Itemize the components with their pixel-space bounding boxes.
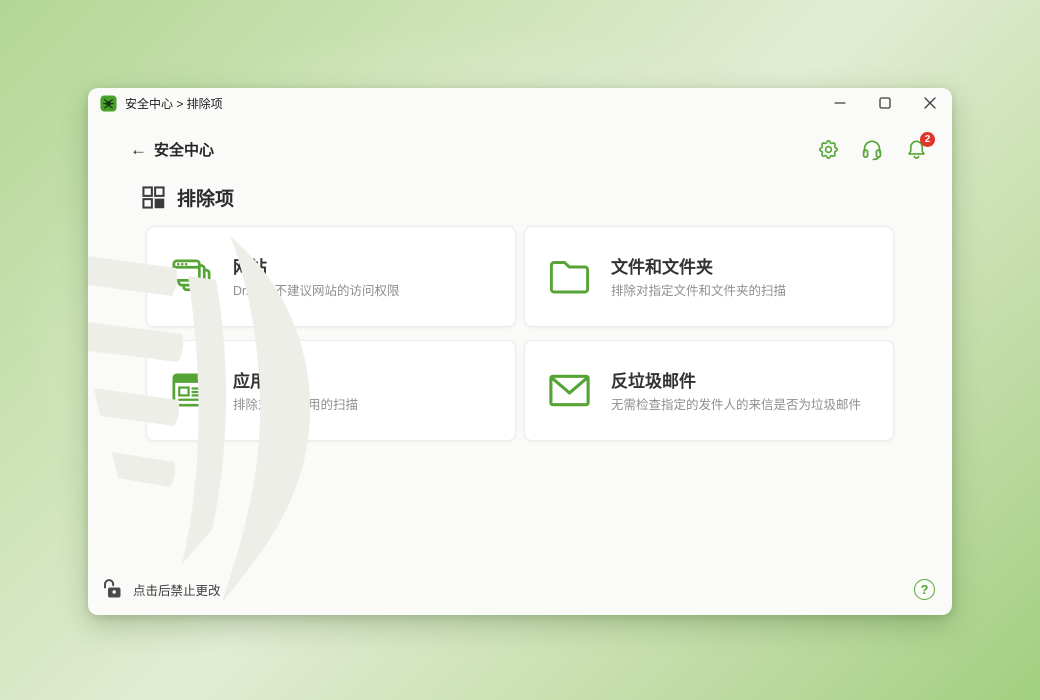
titlebar: 安全中心 > 排除项 [88,88,952,118]
anti-spam-icon [549,374,590,407]
notifications-button[interactable]: 2 [903,132,935,162]
card-subtitle: 排除对指定应用的扫描 [233,398,359,413]
top-action-icons: 2 [815,132,935,162]
close-button[interactable] [907,88,952,118]
exclusion-cards: 网站 Dr.Web不建议网站的访问权限 文件和文件夹 排除对指定文件和文件夹的扫… [146,226,894,441]
minimize-button[interactable] [817,88,862,118]
card-text: 反垃圾邮件 无需检查指定的发件人的来信是否为垃圾邮件 [611,367,875,414]
minimize-icon [834,102,845,104]
close-icon [923,97,936,109]
card-text: 网站 Dr.Web不建议网站的访问权限 [233,253,413,300]
websites-icon [172,259,211,292]
window-title: 安全中心 > 排除项 [125,96,223,111]
card-text: 文件和文件夹 排除对指定文件和文件夹的扫描 [611,253,800,300]
unlock-icon [104,579,121,598]
footer: 点击后禁止更改 ? [88,569,952,615]
folder-icon [549,261,590,294]
card-subtitle: 无需检查指定的发件人的来信是否为垃圾邮件 [611,398,862,413]
back-arrow-icon: ← [130,139,147,159]
card-anti-spam[interactable]: 反垃圾邮件 无需检查指定的发件人的来信是否为垃圾邮件 [524,340,894,441]
card-applications[interactable]: 应用程序 排除对指定应用的扫描 [146,340,516,441]
applications-icon [172,373,211,407]
lock-toggle[interactable]: 点击后禁止更改 [100,577,221,601]
lock-label: 点击后禁止更改 [133,583,221,598]
notification-badge: 2 [920,132,935,147]
maximize-icon [878,97,891,109]
card-title: 文件和文件夹 [611,258,713,278]
drweb-logo [100,94,117,112]
back-button[interactable]: ← 安全中心 [130,139,214,160]
settings-gear-icon [818,139,838,159]
back-label: 安全中心 [154,141,215,159]
app-window: 安全中心 > 排除项 ← 安全中心 2 排除项 网站 Dr.Web不建议网站的访… [88,88,952,615]
desktop-background: 安全中心 > 排除项 ← 安全中心 2 排除项 网站 Dr.Web不建议网站的访… [0,0,1040,700]
help-button[interactable]: ? [914,578,935,600]
grid-icon [142,186,165,209]
card-websites[interactable]: 网站 Dr.Web不建议网站的访问权限 [146,226,516,327]
section-header: 排除项 [142,184,929,211]
support-headset-icon [862,140,882,161]
card-title: 反垃圾邮件 [611,372,696,392]
support-button[interactable] [859,136,885,162]
card-title: 网站 [233,258,267,278]
card-title: 应用程序 [233,372,301,392]
card-subtitle: 排除对指定文件和文件夹的扫描 [611,284,787,299]
maximize-button[interactable] [862,88,907,118]
question-mark-icon: ? [920,581,929,597]
card-subtitle: Dr.Web不建议网站的访问权限 [233,284,400,299]
page-title: 排除项 [177,189,235,210]
settings-button[interactable] [815,136,841,162]
card-text: 应用程序 排除对指定应用的扫描 [233,367,372,414]
window-controls [817,88,952,118]
topbar: ← 安全中心 2 [130,132,935,166]
card-files-folders[interactable]: 文件和文件夹 排除对指定文件和文件夹的扫描 [524,226,894,327]
